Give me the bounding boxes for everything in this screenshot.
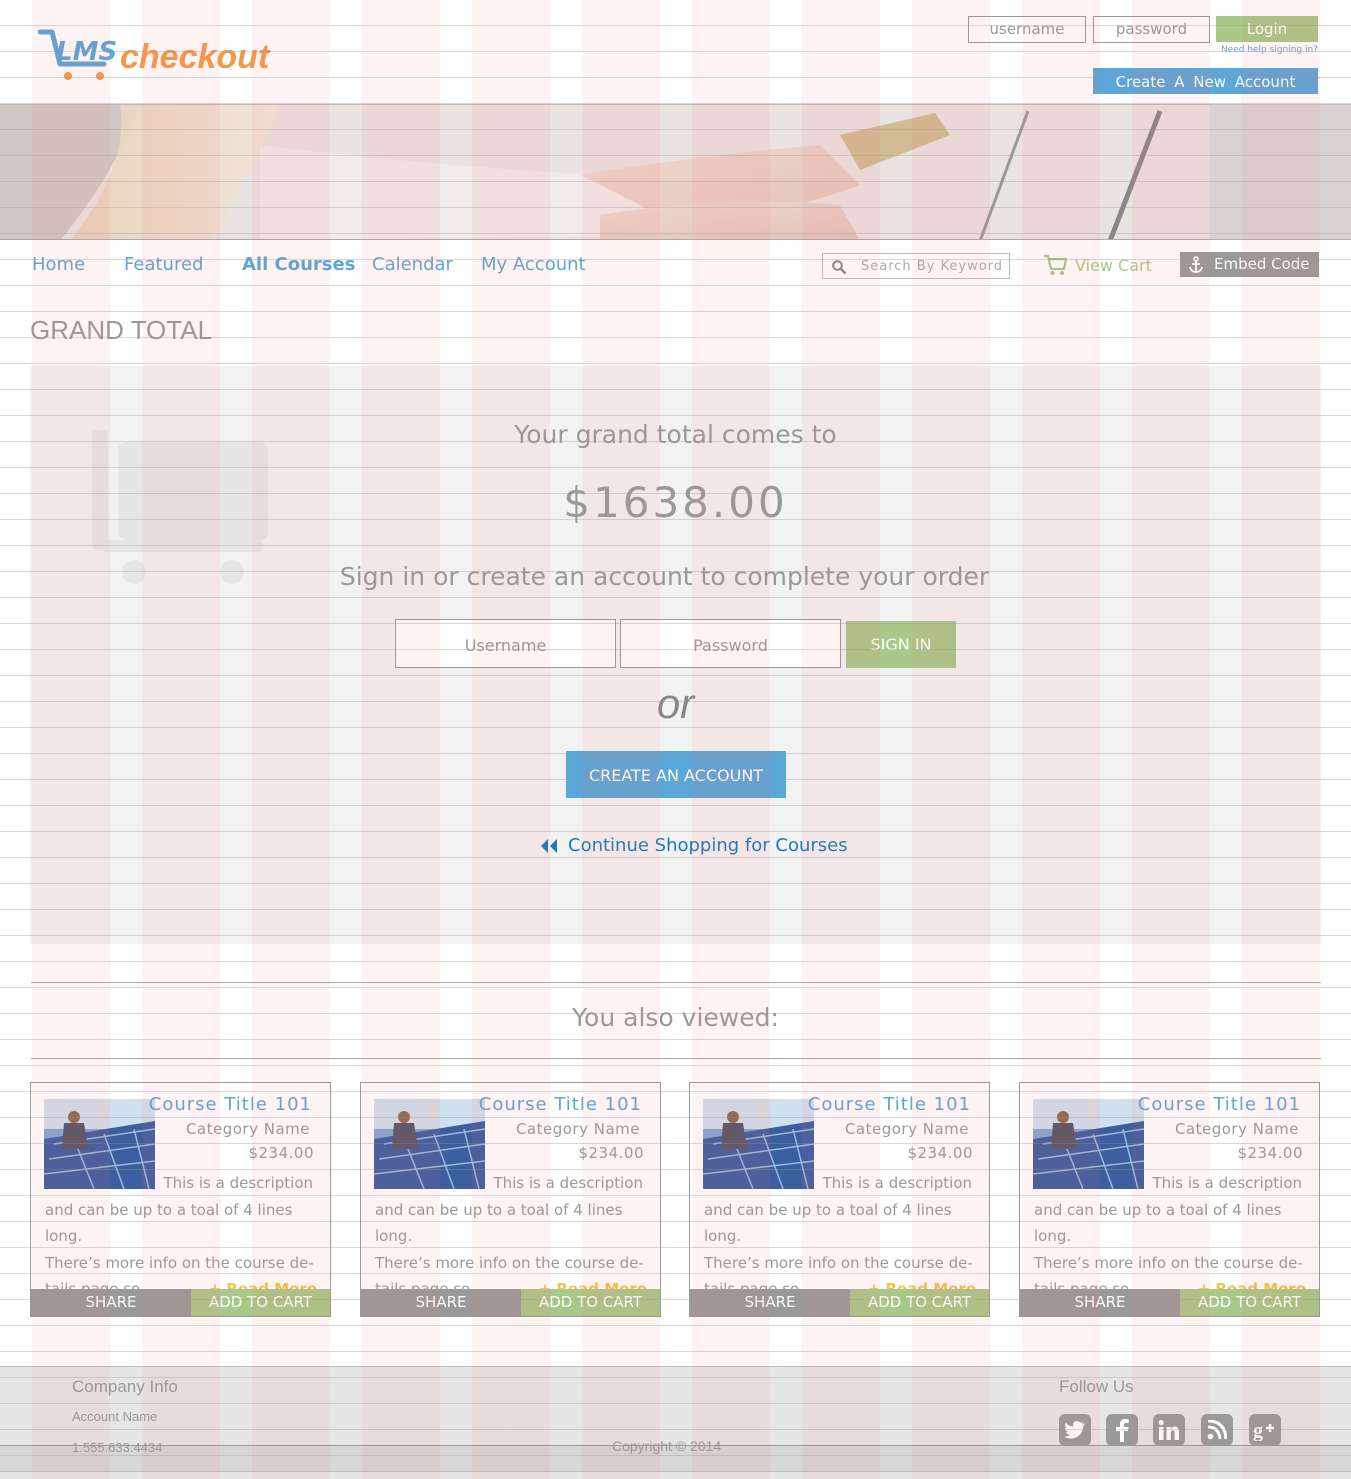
course-price: $234.00 [907, 1144, 973, 1162]
svg-text:g: g [1253, 1420, 1263, 1441]
description-line: There’s more info on the course de- [375, 1253, 644, 1272]
account-name: Account Name [72, 1409, 158, 1424]
add-to-cart-button[interactable]: ADD TO CART [521, 1289, 660, 1316]
course-card[interactable]: Course Title 101 Category Name $234.00 T… [360, 1082, 661, 1317]
page-title: GRAND TOTAL [30, 315, 213, 345]
course-title[interactable]: Course Title 101 [1138, 1094, 1301, 1115]
linkedin-icon[interactable] [1153, 1414, 1185, 1446]
nav-calendar[interactable]: Calendar [372, 254, 453, 275]
create-account-button[interactable]: CREATE AN ACCOUNT [566, 751, 786, 798]
description-line: and can be up to a toal of 4 lines long. [45, 1200, 293, 1246]
search-placeholder: Search By Keyword [861, 259, 1004, 274]
company-info-heading: Company Info [72, 1377, 178, 1396]
course-description: This is a description and can be up to a… [45, 1170, 325, 1303]
nav-home[interactable]: Home [32, 254, 85, 275]
course-card[interactable]: Course Title 101 Category Name $234.00 T… [689, 1082, 990, 1317]
share-button[interactable]: SHARE [361, 1289, 521, 1316]
cart-logo-icon: LMS [38, 29, 116, 80]
grand-total-intro: Your grand total comes to [514, 420, 837, 449]
course-category: Category Name [185, 1120, 310, 1138]
section-rule-bottom [31, 1058, 1321, 1059]
course-category: Category Name [844, 1120, 969, 1138]
follow-us-heading: Follow Us [1059, 1377, 1134, 1396]
anchor-icon [1189, 256, 1203, 273]
view-cart-label: View Cart [1075, 255, 1152, 275]
hero-banner [0, 104, 1351, 240]
share-button[interactable]: SHARE [31, 1289, 191, 1316]
search-input[interactable]: Search By Keyword [822, 253, 1010, 279]
course-title[interactable]: Course Title 101 [479, 1094, 642, 1115]
description-line: There’s more info on the course de- [1034, 1253, 1303, 1272]
also-viewed-heading: You also viewed: [572, 1003, 779, 1032]
course-title[interactable]: Course Title 101 [149, 1094, 312, 1115]
username-field[interactable]: Username [395, 619, 616, 668]
search-icon [832, 260, 846, 274]
course-description: This is a description and can be up to a… [375, 1170, 655, 1303]
description-line: This is a description [493, 1174, 643, 1192]
facebook-icon[interactable] [1106, 1414, 1138, 1446]
logo-text: checkout [120, 37, 270, 76]
google-plus-icon[interactable]: g [1249, 1414, 1281, 1446]
share-button[interactable]: SHARE [690, 1289, 850, 1316]
phone-number: 1.555.633.4434 [72, 1440, 163, 1455]
continue-shopping-label: Continue Shopping for Courses [568, 835, 848, 856]
nav-featured[interactable]: Featured [124, 254, 203, 275]
cart-icon [1044, 254, 1067, 275]
signin-prompt: Sign in or create an account to complete… [339, 562, 990, 591]
description-line: and can be up to a toal of 4 lines long. [375, 1200, 623, 1246]
sign-in-button[interactable]: SIGN IN [846, 621, 956, 668]
section-rule-top [31, 982, 1321, 983]
description-line: There’s more info on the course de- [45, 1253, 314, 1272]
twitter-icon[interactable] [1059, 1414, 1091, 1446]
description-line: and can be up to a toal of 4 lines long. [704, 1200, 952, 1246]
rss-icon[interactable] [1201, 1414, 1233, 1446]
course-title[interactable]: Course Title 101 [808, 1094, 971, 1115]
copyright: Copyright © 2014 [612, 1438, 722, 1454]
share-button[interactable]: SHARE [1020, 1289, 1180, 1316]
description-line: This is a description [1152, 1174, 1302, 1192]
continue-shopping-link[interactable]: Continue Shopping for Courses [540, 835, 848, 856]
course-description: This is a description and can be up to a… [704, 1170, 984, 1303]
embed-code-label: Embed Code [1214, 255, 1310, 273]
description-line: There’s more info on the course de- [704, 1253, 973, 1272]
help-signing-in-link[interactable]: Need help signing in? [1208, 45, 1318, 55]
password-field[interactable]: Password [620, 619, 841, 668]
nav-all-courses[interactable]: All Courses [242, 254, 355, 275]
add-to-cart-button[interactable]: ADD TO CART [191, 1289, 330, 1316]
hero-image [0, 105, 1351, 239]
description-line: This is a description [163, 1174, 313, 1192]
create-account-header-button[interactable]: Create A New Account [1093, 68, 1318, 94]
course-category: Category Name [515, 1120, 640, 1138]
add-to-cart-button[interactable]: ADD TO CART [850, 1289, 989, 1316]
svg-text:LMS: LMS [56, 37, 116, 67]
course-category: Category Name [1174, 1120, 1299, 1138]
double-chevron-left-icon [541, 838, 557, 853]
nav-my-account[interactable]: My Account [481, 254, 586, 275]
add-to-cart-button[interactable]: ADD TO CART [1180, 1289, 1319, 1316]
header-password-input[interactable]: password [1093, 16, 1210, 43]
course-price: $234.00 [578, 1144, 644, 1162]
view-cart-link[interactable]: View Cart [1043, 254, 1152, 276]
header-username-input[interactable]: username [968, 16, 1086, 43]
course-card[interactable]: Course Title 101 Category Name $234.00 T… [30, 1082, 331, 1317]
login-button[interactable]: Login [1216, 16, 1318, 42]
description-line: This is a description [822, 1174, 972, 1192]
grand-total-amount: $1638.00 [563, 478, 788, 527]
embed-code-button[interactable]: Embed Code [1180, 252, 1319, 277]
course-description: This is a description and can be up to a… [1034, 1170, 1314, 1303]
course-price: $234.00 [248, 1144, 314, 1162]
course-price: $234.00 [1237, 1144, 1303, 1162]
or-divider: or [656, 680, 695, 727]
description-line: and can be up to a toal of 4 lines long. [1034, 1200, 1282, 1246]
logo[interactable]: LMS checkout [38, 28, 269, 86]
course-card[interactable]: Course Title 101 Category Name $234.00 T… [1019, 1082, 1320, 1317]
